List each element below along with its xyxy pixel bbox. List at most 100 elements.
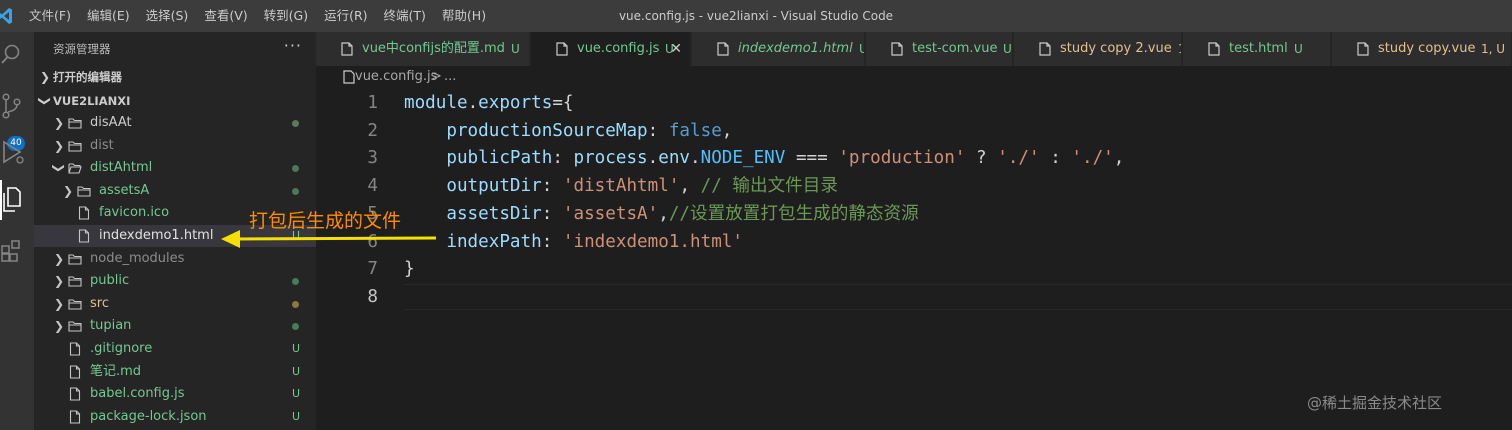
tree-item[interactable]: ❯ src: [34, 293, 316, 315]
tree-item[interactable]: ❯ dist: [34, 135, 316, 157]
menu-item[interactable]: 文件(F): [21, 0, 79, 32]
explorer-icon[interactable]: [0, 180, 34, 220]
source-control-icon[interactable]: [0, 86, 34, 126]
tree-item[interactable]: ❯ node_modules: [34, 248, 316, 270]
tree-item-label: tupian: [90, 318, 132, 334]
tree-item[interactable]: ❯ tupian: [34, 315, 316, 337]
tree-item[interactable]: ❯ assetsA: [34, 180, 316, 202]
git-status-dot: [292, 187, 299, 195]
file-icon: [69, 387, 81, 401]
more-actions-icon[interactable]: ···: [284, 36, 302, 55]
code-token: 'indexdemo1.html': [562, 231, 743, 252]
code-token: 'production': [838, 148, 966, 169]
code-line[interactable]: module.exports={: [404, 89, 574, 117]
explorer-title: 资源管理器: [53, 42, 111, 56]
file-icon: [69, 410, 81, 424]
tab-label: vue.config.js: [577, 41, 660, 56]
tree-item[interactable]: package-lock.json U: [34, 406, 316, 428]
tab-label: study copy.vue: [1378, 41, 1476, 56]
code-token: exports: [478, 93, 553, 113]
project-section[interactable]: ❯ VUE2LIANXI: [34, 90, 316, 112]
folder-icon: [68, 321, 82, 332]
file-icon: [556, 42, 568, 56]
code-line[interactable]: productionSourceMap: false,: [404, 117, 732, 145]
editor-tab[interactable]: vue.config.js U ✕: [531, 32, 691, 66]
line-number: 1: [367, 93, 378, 113]
editor-tab[interactable]: vue中confijs的配置.md U: [316, 32, 530, 66]
code-token: :: [541, 176, 563, 197]
tab-git-status: U: [1003, 42, 1012, 56]
file-icon: [69, 342, 81, 356]
menu-item[interactable]: 编辑(E): [79, 0, 138, 32]
open-editors-section[interactable]: ❯ 打开的编辑器: [34, 66, 316, 88]
git-status-badge: U: [291, 387, 301, 401]
line-number: 3: [367, 148, 378, 169]
run-debug-icon[interactable]: [0, 132, 34, 172]
tree-item[interactable]: babel.config.js U: [34, 383, 316, 405]
menu-item[interactable]: 选择(S): [138, 0, 197, 32]
tree-item[interactable]: ❯ disAAt: [34, 112, 316, 134]
menu-bar: 文件(F) 编辑(E) 选择(S) 查看(V) 转到(G) 运行(R) 终端(T) 帮助(H): [21, 0, 494, 32]
tree-item-label: dist: [90, 137, 114, 153]
code-token: :: [541, 203, 563, 224]
file-icon: [891, 42, 903, 56]
tree-item[interactable]: .gitignore U: [34, 338, 316, 360]
menu-item[interactable]: 转到(G): [256, 0, 316, 32]
editor-tab[interactable]: study copy 2.vue 1, U: [1014, 32, 1182, 66]
code-token: './': [997, 148, 1040, 169]
code-line[interactable]: assetsDir: 'assetsA',//设置放置打包生成的静态资源: [404, 200, 918, 228]
code-token: 'assetsA': [562, 203, 659, 224]
code-token: env: [658, 148, 691, 169]
tree-item-label: src: [90, 295, 109, 311]
tree-item[interactable]: 笔记.md U: [34, 361, 316, 383]
folder-icon: [77, 186, 91, 197]
breadcrumb-file[interactable]: vue.config.js: [355, 66, 437, 88]
editor-tab[interactable]: indexdemo1.html U: [692, 32, 865, 66]
current-line-highlight: [404, 284, 1512, 310]
code-editor[interactable]: 1 module.exports={2 productionSourceMap: …: [316, 88, 1512, 430]
folder-icon: [68, 254, 82, 265]
menu-item[interactable]: 查看(V): [196, 0, 255, 32]
git-status-dot: [292, 165, 299, 173]
code-token: :: [1039, 148, 1072, 169]
tree-item[interactable]: ❯ distAhtml: [34, 157, 316, 179]
code-line[interactable]: outputDir: 'distAhtml', // 输出文件目录: [404, 172, 838, 200]
close-tab-icon[interactable]: ✕: [670, 32, 682, 66]
file-icon: [341, 42, 353, 56]
breadcrumb-more[interactable]: ...: [444, 66, 456, 88]
code-line[interactable]: }: [404, 255, 415, 283]
code-token: process: [573, 148, 648, 169]
editor-tab[interactable]: test-com.vue U: [866, 32, 1013, 66]
line-number: 8: [367, 286, 378, 307]
menu-item[interactable]: 运行(R): [316, 0, 375, 32]
chevron-down-icon: ❯: [52, 163, 66, 174]
code-line[interactable]: publicPath: process.env.NODE_ENV === 'pr…: [404, 144, 1124, 172]
folder-icon: [68, 141, 82, 152]
tree-item-label: babel.config.js: [90, 386, 185, 402]
code-token: outputDir: [446, 176, 542, 197]
tab-git-status: U: [859, 32, 864, 66]
editor-tab[interactable]: study copy.vue 1, U: [1332, 32, 1512, 66]
code-token: false: [668, 120, 722, 141]
watermark: @稀土掘金技术社区: [1307, 394, 1443, 412]
chevron-right-icon: ❯: [53, 274, 65, 289]
editor-tab[interactable]: test.html U: [1183, 32, 1331, 66]
file-icon: [78, 206, 90, 220]
code-token: ,: [1113, 148, 1125, 169]
code-line[interactable]: indexPath: 'indexdemo1.html': [404, 228, 743, 256]
tree-item[interactable]: ❯ public: [34, 270, 316, 292]
menu-item[interactable]: 终端(T): [376, 0, 434, 32]
code-token: ,: [658, 203, 669, 224]
tree-item-label: package-lock.json: [90, 408, 207, 424]
search-icon[interactable]: [0, 36, 34, 76]
tree-item-label: 笔记.md: [90, 363, 142, 379]
menu-item[interactable]: 帮助(H): [434, 0, 494, 32]
code-token: indexPath: [446, 231, 542, 252]
git-status-dot: [292, 300, 299, 308]
code-token: :: [552, 148, 574, 169]
extensions-icon[interactable]: [0, 232, 34, 272]
tab-label: vue中confijs的配置.md: [362, 41, 505, 56]
